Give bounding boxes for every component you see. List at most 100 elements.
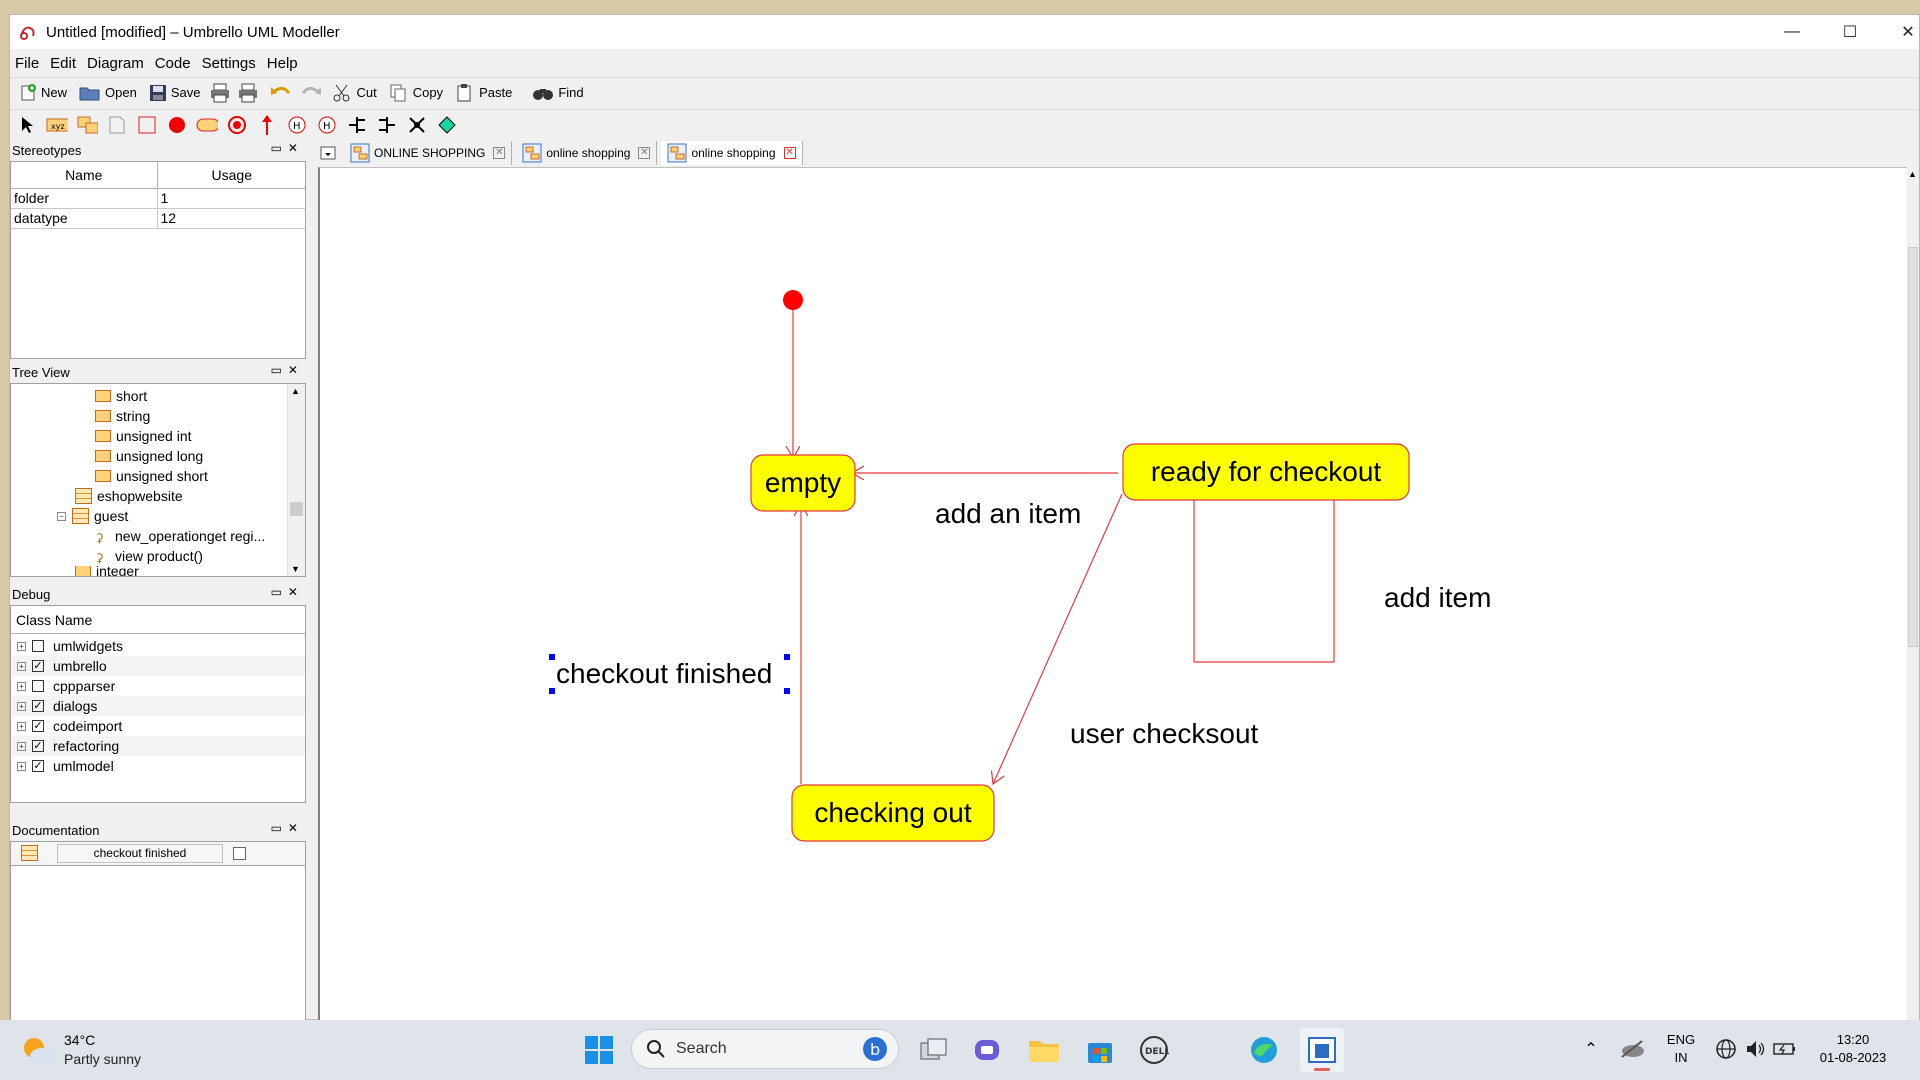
fork-icon[interactable] <box>346 114 368 136</box>
weather-description[interactable]: Partly sunny <box>64 1051 141 1067</box>
choice-icon[interactable] <box>436 114 458 136</box>
tab-close-icon[interactable]: ✕ <box>493 147 506 159</box>
selection-handle[interactable] <box>784 654 790 660</box>
history-shallow-icon[interactable]: H <box>286 114 308 136</box>
menu-file[interactable]: File <box>15 55 39 72</box>
documentation-name-field[interactable]: checkout finished <box>57 844 223 863</box>
list-item[interactable]: + cppparser <box>11 676 305 696</box>
clock[interactable]: 13:20 01-08-2023 <box>1808 1031 1898 1067</box>
initial-state[interactable] <box>783 290 803 310</box>
new-button[interactable]: New <box>16 82 70 104</box>
tree-item[interactable]: ⚳ view product() <box>95 546 203 566</box>
expand-icon[interactable]: + <box>17 721 26 731</box>
expand-icon[interactable]: + <box>17 681 26 691</box>
open-button[interactable]: Open <box>76 82 140 104</box>
save-button[interactable]: Save <box>146 82 204 104</box>
tab-online-shopping-2[interactable]: online shopping ✕ <box>516 141 658 165</box>
cut-button[interactable]: Cut <box>329 81 379 105</box>
checkbox[interactable] <box>32 640 44 652</box>
box-icon[interactable] <box>136 114 158 136</box>
tree-item[interactable]: unsigned short <box>95 466 208 486</box>
checkbox[interactable]: ✓ <box>32 740 44 752</box>
selection-handle[interactable] <box>784 688 790 694</box>
table-row[interactable]: datatype 12 <box>11 208 305 229</box>
expand-icon[interactable]: + <box>17 661 26 671</box>
menu-code[interactable]: Code <box>155 55 191 72</box>
weather-temperature[interactable]: 34°C <box>64 1032 95 1048</box>
minimize-button[interactable]: — <box>1763 15 1821 49</box>
table-row[interactable]: folder 1 <box>11 188 305 209</box>
checkbox[interactable]: ✓ <box>32 720 44 732</box>
transition-label-user-checksout[interactable]: user checksout <box>1070 718 1258 750</box>
windows-start-icon[interactable] <box>580 1031 618 1069</box>
junction-icon[interactable] <box>406 114 428 136</box>
battery-icon[interactable] <box>1772 1037 1798 1061</box>
menu-edit[interactable]: Edit <box>50 55 76 72</box>
expand-icon[interactable]: + <box>17 641 26 651</box>
tree-item[interactable]: unsigned long <box>95 446 203 466</box>
tree-scrollbar[interactable]: ▲ ▼ <box>287 384 305 576</box>
microsoft-store-icon[interactable] <box>1082 1032 1118 1068</box>
history-deep-icon[interactable]: H <box>316 114 338 136</box>
expand-icon[interactable]: + <box>17 701 26 711</box>
dock-float-close-icon[interactable]: ▭✕ <box>271 821 304 835</box>
list-item[interactable]: + ✓ dialogs <box>11 696 305 716</box>
find-button[interactable]: Find <box>529 83 586 103</box>
tab-online-shopping-3[interactable]: online shopping ✕ <box>661 141 803 165</box>
checkbox[interactable]: ✓ <box>32 760 44 772</box>
copy-button[interactable]: Copy <box>386 81 446 105</box>
expand-icon[interactable]: + <box>17 741 26 751</box>
dock-float-close-icon[interactable]: ▭✕ <box>271 363 304 377</box>
column-header-class-name[interactable]: Class Name <box>11 606 305 634</box>
documentation-checkbox[interactable] <box>233 847 246 860</box>
list-item[interactable]: + ✓ refactoring <box>11 736 305 756</box>
selection-handle[interactable] <box>549 688 555 694</box>
expand-icon[interactable]: + <box>17 761 26 771</box>
tree-item[interactable]: short <box>95 386 147 406</box>
column-header-name[interactable]: Name <box>11 162 158 189</box>
list-item[interactable]: + ✓ umlmodel <box>11 756 305 776</box>
tree-item[interactable]: unsigned int <box>95 426 192 446</box>
menu-help[interactable]: Help <box>267 55 298 72</box>
diagram-canvas[interactable]: empty ready for checkout checking out ad… <box>318 167 1912 1021</box>
list-item[interactable]: + umlwidgets <box>11 636 305 656</box>
paste-button[interactable]: Paste <box>452 81 515 105</box>
scroll-thumb[interactable] <box>290 502 303 516</box>
tree-item[interactable]: integer <box>75 566 139 576</box>
end-state-icon[interactable] <box>226 114 248 136</box>
tree-item[interactable]: string <box>95 406 150 426</box>
state-diagram[interactable] <box>320 168 1914 1022</box>
initial-state-icon[interactable] <box>166 114 188 136</box>
select-arrow-icon[interactable] <box>16 114 38 136</box>
edge-browser-icon[interactable] <box>1246 1032 1282 1068</box>
scroll-up-icon[interactable]: ▲ <box>291 386 300 396</box>
network-globe-icon[interactable] <box>1714 1037 1738 1061</box>
weather-icon[interactable] <box>18 1030 58 1070</box>
documentation-text-area[interactable] <box>11 866 305 1020</box>
selection-handle[interactable] <box>549 654 555 660</box>
close-window-button[interactable]: ✕ <box>1879 15 1920 49</box>
checkbox[interactable]: ✓ <box>32 700 44 712</box>
join-icon[interactable] <box>376 114 398 136</box>
maximize-button[interactable]: ☐ <box>1821 15 1879 49</box>
anchor-icon[interactable] <box>106 114 128 136</box>
print-icon[interactable] <box>209 83 231 103</box>
note-icon[interactable] <box>76 114 98 136</box>
list-item[interactable]: + ✓ codeimport <box>11 716 305 736</box>
scroll-thumb[interactable] <box>1908 247 1918 647</box>
tab-close-icon[interactable]: ✕ <box>783 147 796 159</box>
collapse-icon[interactable]: − <box>57 511 66 521</box>
tab-online-shopping-1[interactable]: ONLINE SHOPPING ✕ <box>344 141 513 165</box>
volume-icon[interactable] <box>1744 1037 1768 1061</box>
undo-icon[interactable] <box>269 83 293 103</box>
print-preview-icon[interactable] <box>237 83 259 103</box>
menu-diagram[interactable]: Diagram <box>87 55 144 72</box>
tab-menu-button[interactable] <box>316 141 340 165</box>
column-header-usage[interactable]: Usage <box>157 162 305 189</box>
dock-float-close-icon[interactable]: ▭✕ <box>271 585 304 599</box>
chevron-up-icon[interactable]: ⌃ <box>1580 1038 1602 1060</box>
dell-icon[interactable]: DELL <box>1136 1032 1172 1068</box>
file-explorer-icon[interactable] <box>1026 1032 1062 1068</box>
canvas-scrollbar[interactable]: ▲ <box>1907 167 1919 1021</box>
tree-item[interactable]: eshopwebsite <box>75 486 183 506</box>
